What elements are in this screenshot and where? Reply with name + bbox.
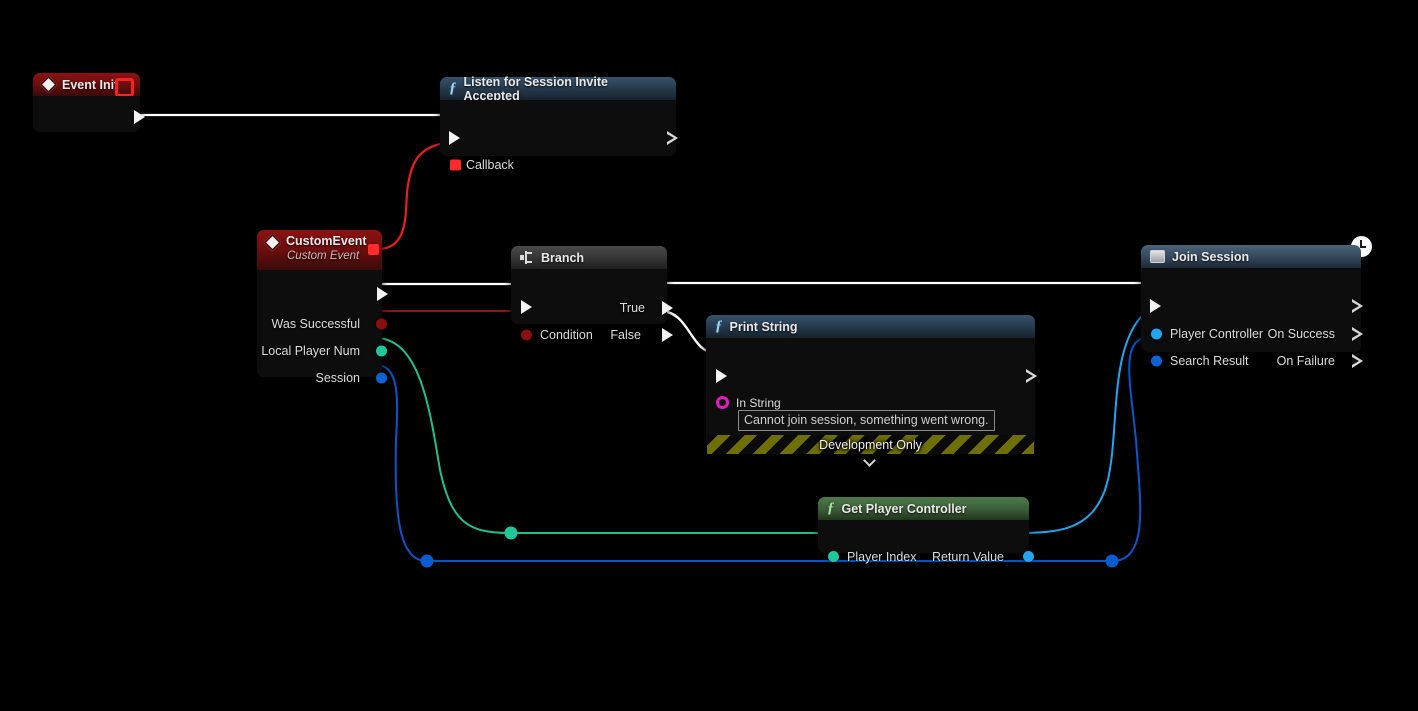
- node-square-icon: [1150, 250, 1165, 263]
- pin-label-condition: Condition: [540, 327, 593, 342]
- node-branch[interactable]: Branch True Condition False: [511, 246, 673, 342]
- delegate-output-pin[interactable]: [115, 78, 134, 97]
- exec-output-pin-false[interactable]: [662, 327, 673, 342]
- pin-label-session: Session: [315, 370, 360, 385]
- node-event-init[interactable]: Event Init: [33, 73, 145, 132]
- pin-row-callback[interactable]: Callback: [440, 151, 676, 178]
- node-custom-event[interactable]: CustomEvent Custom Event Was Successful …: [257, 230, 388, 385]
- exec-input-pin[interactable]: [449, 131, 460, 145]
- struct-pin[interactable]: [1151, 355, 1162, 366]
- pin-label-false: False: [610, 327, 641, 342]
- wire-dot-localplayernum: [504, 526, 518, 540]
- delegate-output-pin[interactable]: [368, 244, 379, 255]
- boolean-pin[interactable]: [521, 329, 532, 340]
- pin-label-callback: Callback: [466, 157, 514, 172]
- pin-label-was-successful: Was Successful: [271, 316, 360, 331]
- node-join-session-title: Join Session: [1172, 249, 1250, 264]
- pin-label-return-value: Return Value: [931, 550, 1004, 564]
- node-custom-event-title: CustomEvent: [286, 234, 367, 248]
- pin-row-search-result[interactable]: Search Result On Failure: [1141, 347, 1363, 374]
- node-branch-title: Branch: [541, 250, 585, 265]
- node-listen-session-invite-header[interactable]: ƒ Listen for Session Invite Accepted: [440, 74, 676, 103]
- function-f-icon: ƒ: [715, 318, 723, 334]
- pin-row-was-successful[interactable]: Was Successful: [257, 310, 387, 337]
- node-print-string-header[interactable]: ƒ Print String: [706, 315, 1035, 338]
- integer-pin[interactable]: [376, 345, 387, 356]
- delegate-pin[interactable]: [450, 159, 461, 170]
- exec-output-pin[interactable]: [134, 110, 145, 124]
- event-diamond-icon: [263, 233, 282, 252]
- node-get-player-controller-header[interactable]: ƒ Get Player Controller: [818, 497, 1029, 520]
- node-print-string-title: Print String: [729, 319, 798, 334]
- wire-dot-session-b: [1105, 554, 1119, 568]
- object-pin[interactable]: [1151, 328, 1162, 339]
- struct-pin[interactable]: [376, 372, 387, 383]
- function-f-icon: ƒ: [449, 80, 457, 96]
- node-event-init-header[interactable]: Event Init: [33, 73, 140, 97]
- object-pin[interactable]: [1023, 551, 1034, 562]
- node-event-init-title: Event Init: [62, 77, 119, 92]
- node-print-string[interactable]: ƒ Print String In String Cannot join ses…: [706, 315, 1037, 454]
- pin-label-local-player-num: Local Player Num: [261, 343, 360, 358]
- pin-label-on-failure: On Failure: [1276, 353, 1335, 368]
- chevron-down-icon[interactable]: [865, 456, 876, 467]
- boolean-pin[interactable]: [376, 318, 387, 329]
- node-custom-event-header[interactable]: CustomEvent Custom Event: [257, 230, 382, 270]
- node-join-session[interactable]: Join Session Player Controller On Succes…: [1141, 236, 1372, 368]
- pin-row-session[interactable]: Session: [257, 364, 387, 391]
- node-branch-header[interactable]: Branch: [511, 246, 667, 269]
- pin-row-player-controller[interactable]: Player Controller On Success: [1141, 320, 1363, 347]
- development-only-bar: Development Only: [707, 435, 1034, 454]
- exec-output-pin[interactable]: [377, 287, 388, 301]
- wire-object-returnvalue-playercontroller: [1015, 309, 1149, 534]
- pin-row-condition[interactable]: Condition False: [511, 321, 673, 348]
- pin-label-true: True: [619, 300, 645, 315]
- node-listen-session-invite-title: Listen for Session Invite Accepted: [463, 74, 608, 103]
- exec-output-pin-true[interactable]: [662, 300, 673, 315]
- development-only-label: Development Only: [819, 437, 922, 452]
- event-diamond-icon: [39, 75, 58, 94]
- function-f-icon: ƒ: [827, 500, 835, 516]
- pin-row-true[interactable]: True: [511, 294, 673, 321]
- pin-label-player-controller: Player Controller: [1170, 326, 1264, 341]
- blueprint-graph-canvas[interactable]: Event Init ƒ Listen for Session Invite A…: [0, 0, 1418, 711]
- pin-label-player-index: Player Index: [847, 550, 917, 564]
- branch-icon: [520, 251, 534, 264]
- integer-pin[interactable]: [828, 551, 839, 562]
- exec-input-pin[interactable]: [1150, 299, 1161, 313]
- pin-label-in-string: In String: [736, 396, 781, 410]
- pin-label-on-success: On Success: [1267, 326, 1335, 341]
- wire-dot-session-a: [420, 554, 434, 568]
- string-pin[interactable]: [716, 396, 729, 409]
- node-get-player-controller[interactable]: ƒ Get Player Controller Player Index Ret…: [818, 497, 1034, 564]
- pin-label-search-result: Search Result: [1170, 353, 1249, 368]
- node-custom-event-subtitle: Custom Event: [287, 250, 360, 262]
- node-get-player-controller-title: Get Player Controller: [841, 501, 967, 516]
- node-join-session-header[interactable]: Join Session: [1141, 245, 1361, 268]
- node-listen-session-invite[interactable]: ƒ Listen for Session Invite Accepted Cal…: [440, 74, 678, 172]
- exec-input-pin[interactable]: [716, 369, 727, 383]
- in-string-input[interactable]: Cannot join session, something went wron…: [738, 410, 995, 431]
- pin-row-local-player-num[interactable]: Local Player Num: [257, 337, 387, 364]
